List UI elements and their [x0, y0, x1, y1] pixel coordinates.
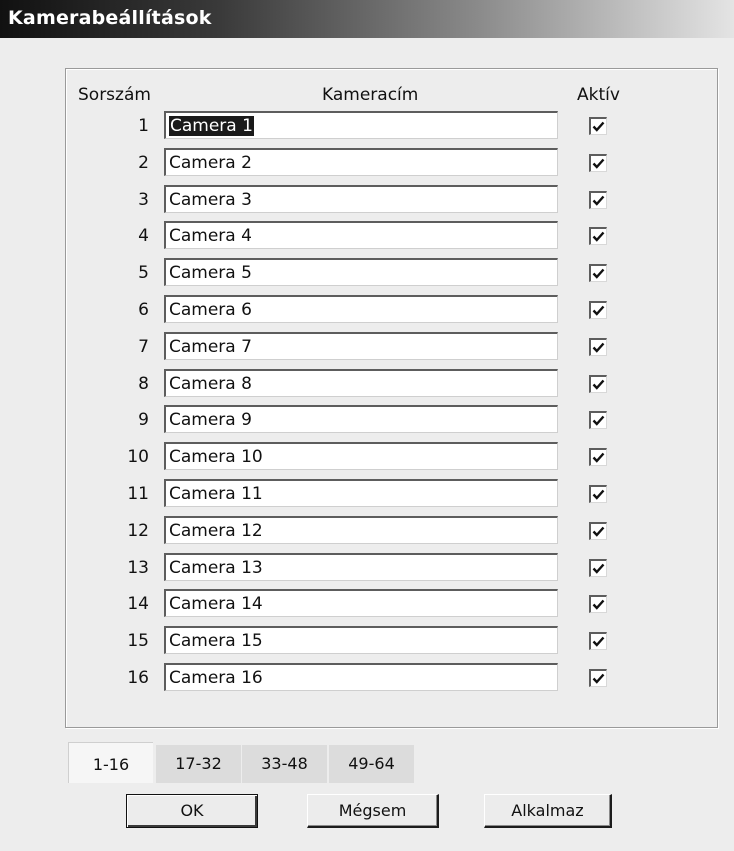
camera-index: 12: [127, 521, 149, 541]
camera-active-checkbox[interactable]: [589, 227, 607, 245]
camera-name-value: Camera 3: [169, 190, 252, 210]
checkmark-icon: [592, 563, 605, 574]
camera-index: 15: [127, 631, 149, 651]
camera-index: 9: [138, 410, 149, 430]
checkmark-icon: [592, 415, 605, 426]
camera-name-input[interactable]: Camera 4: [164, 221, 558, 249]
camera-name-input[interactable]: Camera 7: [164, 332, 558, 360]
camera-active-checkbox[interactable]: [589, 191, 607, 209]
camera-active-checkbox[interactable]: [589, 411, 607, 429]
window-title: Kamerabeállítások: [8, 7, 212, 29]
camera-index: 13: [127, 558, 149, 578]
column-header-name: Kameracím: [322, 85, 419, 105]
camera-name-value: Camera 10: [169, 447, 263, 467]
camera-index: 1: [138, 116, 149, 136]
camera-index: 14: [127, 594, 149, 614]
tab-page[interactable]: 17-32: [156, 745, 241, 783]
column-header-index: Sorszám: [78, 85, 151, 105]
camera-name-value: Camera 1: [169, 116, 254, 136]
camera-name-value: Camera 16: [169, 668, 263, 688]
camera-name-value: Camera 15: [169, 631, 263, 651]
camera-active-checkbox[interactable]: [589, 375, 607, 393]
camera-active-checkbox[interactable]: [589, 669, 607, 687]
checkmark-icon: [592, 268, 605, 279]
checkmark-icon: [592, 195, 605, 206]
apply-button[interactable]: Alkalmaz: [484, 794, 612, 828]
camera-active-checkbox[interactable]: [589, 559, 607, 577]
camera-index: 7: [138, 337, 149, 357]
checkmark-icon: [592, 379, 605, 390]
checkmark-icon: [592, 452, 605, 463]
camera-active-checkbox[interactable]: [589, 448, 607, 466]
checkmark-icon: [592, 489, 605, 500]
camera-active-checkbox[interactable]: [589, 485, 607, 503]
camera-name-value: Camera 9: [169, 410, 252, 430]
camera-index: 5: [138, 263, 149, 283]
tab-page[interactable]: 1-16: [68, 742, 153, 783]
camera-name-value: Camera 7: [169, 337, 252, 357]
camera-name-input[interactable]: Camera 16: [164, 663, 558, 691]
camera-index: 11: [127, 484, 149, 504]
camera-active-checkbox[interactable]: [589, 117, 607, 135]
title-bar: Kamerabeállítások: [0, 0, 734, 38]
checkmark-icon: [592, 121, 605, 132]
tab-page[interactable]: 49-64: [329, 745, 414, 783]
camera-name-value: Camera 8: [169, 374, 252, 394]
camera-name-value: Camera 12: [169, 521, 263, 541]
camera-index: 6: [138, 300, 149, 320]
camera-name-input[interactable]: Camera 1: [164, 111, 558, 139]
camera-active-checkbox[interactable]: [589, 338, 607, 356]
camera-name-value: Camera 4: [169, 226, 252, 246]
checkmark-icon: [592, 673, 605, 684]
camera-name-input[interactable]: Camera 3: [164, 185, 558, 213]
camera-name-value: Camera 13: [169, 558, 263, 578]
checkmark-icon: [592, 305, 605, 316]
checkmark-icon: [592, 231, 605, 242]
camera-name-input[interactable]: Camera 8: [164, 369, 558, 397]
camera-name-input[interactable]: Camera 11: [164, 479, 558, 507]
camera-active-checkbox[interactable]: [589, 301, 607, 319]
camera-name-input[interactable]: Camera 2: [164, 148, 558, 176]
camera-name-input[interactable]: Camera 14: [164, 589, 558, 617]
camera-index: 4: [138, 226, 149, 246]
camera-index: 10: [127, 447, 149, 467]
camera-name-value: Camera 2: [169, 153, 252, 173]
camera-index: 2: [138, 153, 149, 173]
camera-active-checkbox[interactable]: [589, 632, 607, 650]
ok-button[interactable]: OK: [126, 794, 258, 828]
camera-name-value: Camera 6: [169, 300, 252, 320]
camera-name-input[interactable]: Camera 9: [164, 405, 558, 433]
checkmark-icon: [592, 342, 605, 353]
column-header-active: Aktív: [577, 85, 620, 105]
camera-index: 8: [138, 374, 149, 394]
camera-name-input[interactable]: Camera 15: [164, 626, 558, 654]
tab-page[interactable]: 33-48: [242, 745, 327, 783]
camera-index: 3: [138, 190, 149, 210]
camera-active-checkbox[interactable]: [589, 595, 607, 613]
camera-name-value: Camera 5: [169, 263, 252, 283]
checkmark-icon: [592, 599, 605, 610]
camera-name-value: Camera 14: [169, 594, 263, 614]
camera-name-input[interactable]: Camera 12: [164, 516, 558, 544]
camera-name-input[interactable]: Camera 5: [164, 258, 558, 286]
camera-index: 16: [127, 668, 149, 688]
checkmark-icon: [592, 526, 605, 537]
camera-name-input[interactable]: Camera 10: [164, 442, 558, 470]
camera-name-input[interactable]: Camera 13: [164, 553, 558, 581]
camera-name-value: Camera 11: [169, 484, 263, 504]
camera-name-input[interactable]: Camera 6: [164, 295, 558, 323]
checkmark-icon: [592, 158, 605, 169]
cancel-button[interactable]: Mégsem: [307, 794, 439, 828]
camera-active-checkbox[interactable]: [589, 522, 607, 540]
checkmark-icon: [592, 636, 605, 647]
camera-active-checkbox[interactable]: [589, 154, 607, 172]
camera-active-checkbox[interactable]: [589, 264, 607, 282]
